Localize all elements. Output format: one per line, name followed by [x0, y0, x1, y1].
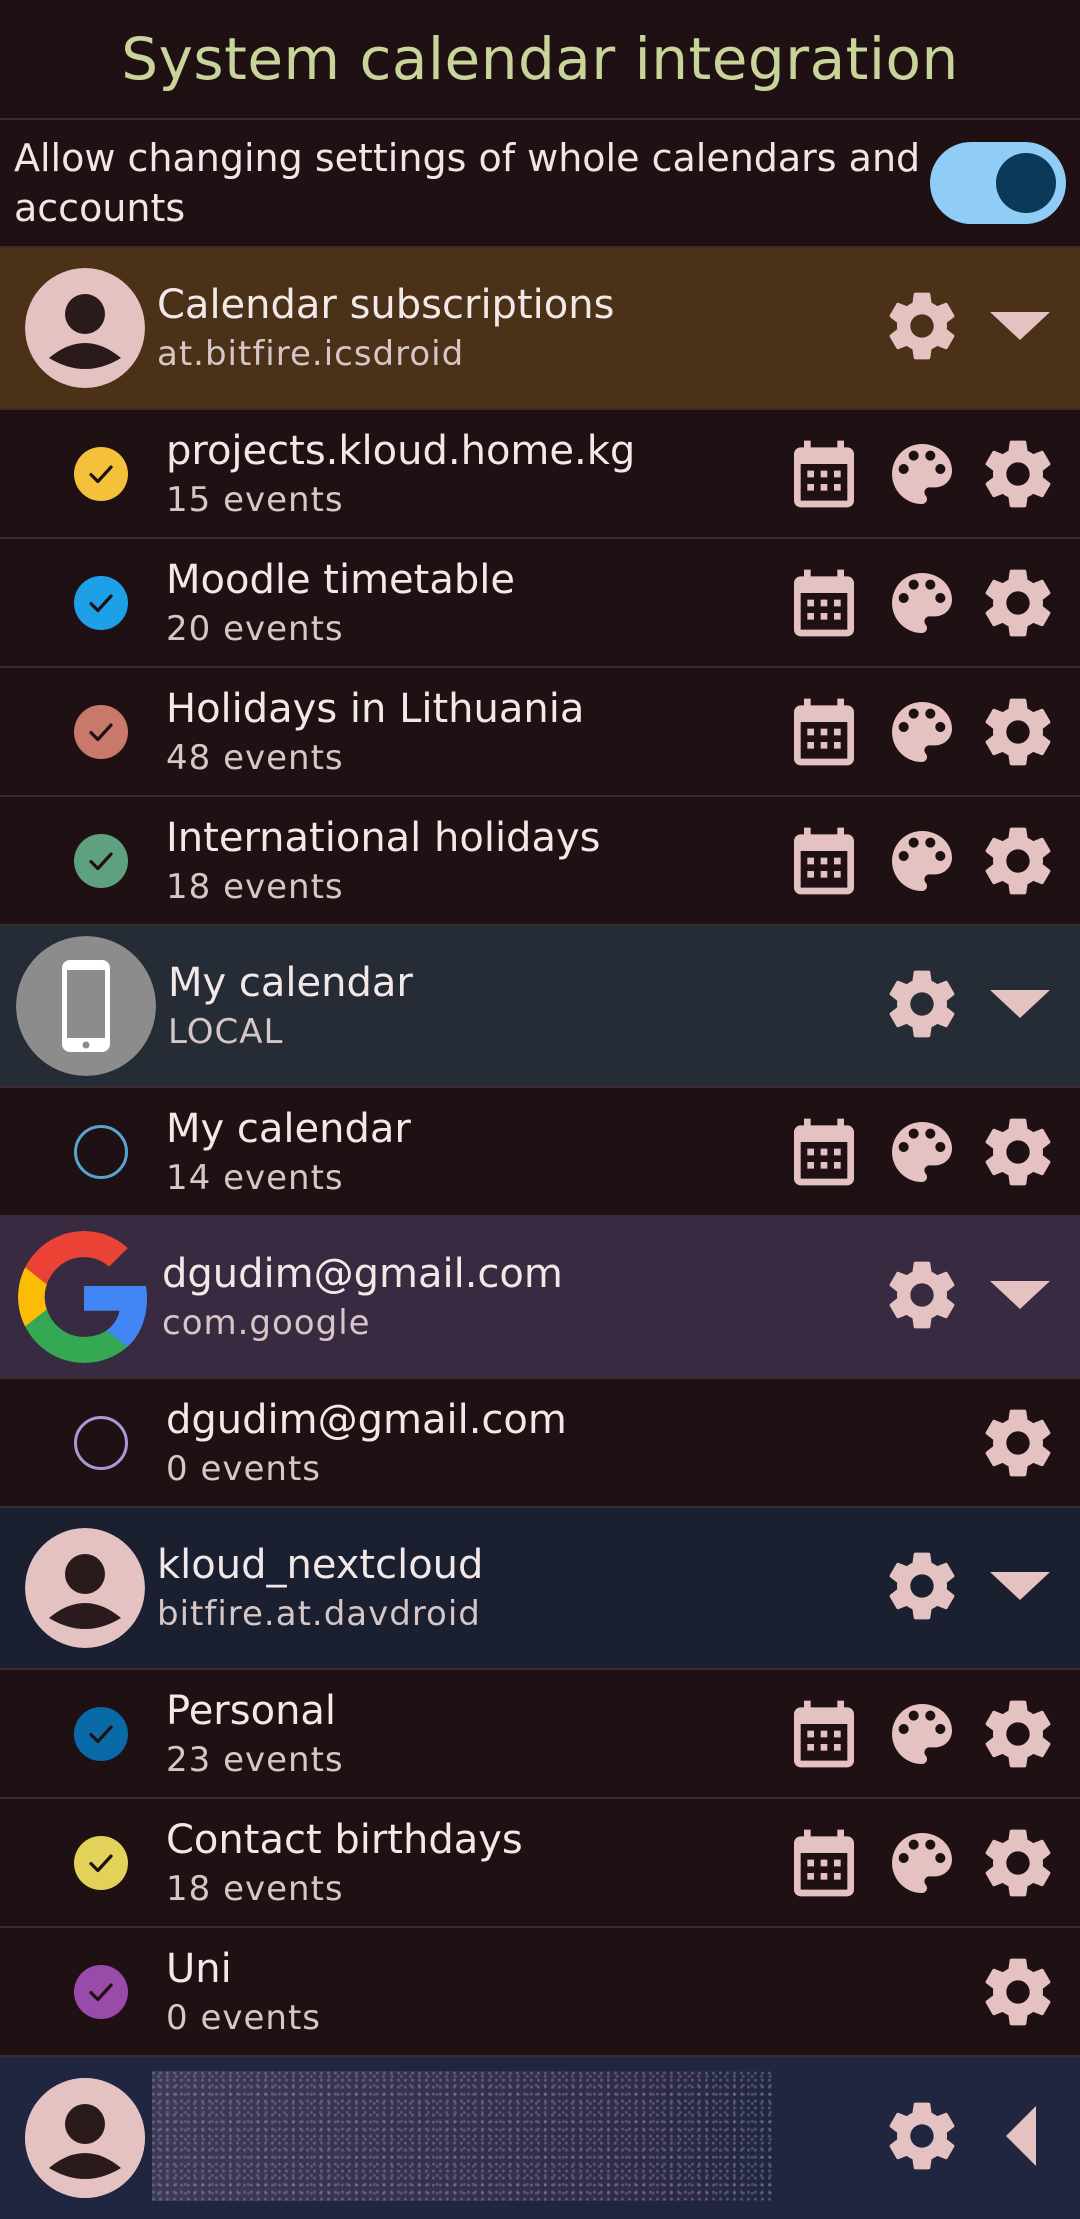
calendar-list: Calendar subscriptions at.bitfire.icsdro…: [0, 248, 1080, 2057]
calendar-event-count: 18 events: [166, 1868, 344, 1909]
calendar-row[interactable]: Personal 23 events: [0, 1670, 1080, 1799]
calendar-row[interactable]: Holidays in Lithuania 48 events: [0, 668, 1080, 797]
palette-icon[interactable]: [882, 821, 962, 901]
calendar-icon[interactable]: [784, 563, 864, 643]
account-row[interactable]: Calendar subscriptions at.bitfire.icsdro…: [0, 248, 1080, 410]
calendar-name: My calendar: [166, 1105, 411, 1152]
calendar-event-count: 23 events: [166, 1739, 344, 1780]
calendar-icon[interactable]: [784, 434, 864, 514]
person-icon: [25, 268, 145, 388]
palette-icon[interactable]: [882, 1112, 962, 1192]
calendar-row[interactable]: Moodle timetable 20 events: [0, 539, 1080, 668]
calendar-row[interactable]: My calendar 14 events: [0, 1088, 1080, 1217]
calendar-row[interactable]: projects.kloud.home.kg 15 events: [0, 410, 1080, 539]
palette-icon[interactable]: [882, 1694, 962, 1774]
chevron-down-icon[interactable]: [988, 984, 1052, 1028]
switch-knob: [996, 153, 1056, 213]
calendar-event-count: 14 events: [166, 1157, 344, 1198]
calendar-row[interactable]: Contact birthdays 18 events: [0, 1799, 1080, 1928]
account-row[interactable]: dgudim@gmail.com com.google: [0, 1217, 1080, 1379]
calendar-checkbox[interactable]: [74, 1124, 128, 1179]
calendar-checkbox[interactable]: [74, 1706, 128, 1761]
calendar-name: International holidays: [166, 814, 601, 861]
calendar-checkbox[interactable]: [74, 833, 128, 888]
gear-icon[interactable]: [978, 1952, 1058, 2032]
calendar-name: projects.kloud.home.kg: [166, 427, 636, 474]
gear-icon[interactable]: [978, 1694, 1058, 1774]
palette-icon[interactable]: [882, 434, 962, 514]
account-settings-button[interactable]: [882, 964, 962, 1048]
calendar-checkbox[interactable]: [74, 575, 128, 630]
calendar-checkbox[interactable]: [74, 1964, 128, 2019]
gear-icon[interactable]: [978, 434, 1058, 514]
gear-icon[interactable]: [978, 1823, 1058, 1903]
calendar-name: Personal: [166, 1687, 337, 1734]
calendar-name: Contact birthdays: [166, 1816, 523, 1863]
calendar-info: Holidays in Lithuania 48 events: [166, 683, 584, 781]
person-icon: [25, 2078, 145, 2198]
calendar-info: projects.kloud.home.kg 15 events: [166, 425, 635, 523]
calendar-info: International holidays 18 events: [166, 812, 600, 910]
account-row[interactable]: My calendar LOCAL: [0, 926, 1080, 1088]
palette-icon[interactable]: [882, 692, 962, 772]
gear-icon[interactable]: [978, 821, 1058, 901]
calendar-checkbox[interactable]: [74, 1835, 128, 1890]
calendar-event-count: 18 events: [166, 866, 344, 907]
calendar-row[interactable]: dgudim@gmail.com 0 events: [0, 1379, 1080, 1508]
gear-icon[interactable]: [978, 563, 1058, 643]
allow-changes-switch[interactable]: [930, 142, 1066, 224]
calendar-info: Contact birthdays 18 events: [166, 1814, 523, 1912]
calendar-event-count: 0 events: [166, 1997, 321, 2038]
calendar-info: dgudim@gmail.com 0 events: [166, 1394, 567, 1492]
calendar-name: Uni: [166, 1945, 232, 1992]
allow-changes-label: Allow changing settings of whole calenda…: [14, 136, 921, 230]
chevron-down-icon[interactable]: [988, 1566, 1052, 1610]
palette-icon[interactable]: [882, 563, 962, 643]
google-icon: [18, 1231, 150, 1363]
calendar-event-count: 48 events: [166, 737, 344, 778]
phone-icon: [16, 936, 156, 1076]
expand-left-icon[interactable]: [1000, 2104, 1040, 2172]
chevron-down-icon[interactable]: [988, 1275, 1052, 1319]
gear-icon[interactable]: [978, 1403, 1058, 1483]
gear-icon[interactable]: [978, 692, 1058, 772]
calendar-info: Personal 23 events: [166, 1685, 344, 1783]
calendar-name: Moodle timetable: [166, 556, 515, 603]
account-name-obscured: [152, 2071, 772, 2201]
calendar-info: My calendar 14 events: [166, 1103, 411, 1201]
calendar-row[interactable]: Uni 0 events: [0, 1928, 1080, 2057]
title-bar: System calendar integration: [0, 0, 1080, 120]
calendar-event-count: 0 events: [166, 1448, 321, 1489]
palette-icon[interactable]: [882, 1823, 962, 1903]
account-settings-button[interactable]: [882, 1546, 962, 1630]
calendar-checkbox[interactable]: [74, 446, 128, 501]
calendar-checkbox[interactable]: [74, 704, 128, 759]
calendar-icon[interactable]: [784, 1823, 864, 1903]
calendar-name: Holidays in Lithuania: [166, 685, 585, 732]
calendar-checkbox[interactable]: [74, 1415, 128, 1470]
account-settings-button[interactable]: [882, 1255, 962, 1339]
account-row-collapsed[interactable]: [0, 2057, 1080, 2219]
chevron-down-icon[interactable]: [988, 306, 1052, 350]
calendar-icon[interactable]: [784, 1112, 864, 1192]
calendar-icon[interactable]: [784, 692, 864, 772]
account-settings-button[interactable]: [882, 286, 962, 370]
calendar-event-count: 20 events: [166, 608, 344, 649]
calendar-event-count: 15 events: [166, 479, 344, 520]
gear-icon[interactable]: [978, 1112, 1058, 1192]
page-title: System calendar integration: [121, 25, 959, 93]
calendar-icon[interactable]: [784, 1694, 864, 1774]
calendar-icon[interactable]: [784, 821, 864, 901]
calendar-info: Moodle timetable 20 events: [166, 554, 515, 652]
calendar-row[interactable]: International holidays 18 events: [0, 797, 1080, 926]
allow-changes-row[interactable]: Allow changing settings of whole calenda…: [0, 120, 1080, 248]
calendar-name: dgudim@gmail.com: [166, 1396, 567, 1443]
account-row[interactable]: kloud_nextcloud bitfire.at.davdroid: [0, 1508, 1080, 1670]
person-icon: [25, 1528, 145, 1648]
calendar-info: Uni 0 events: [166, 1943, 321, 2041]
account-settings-button[interactable]: [882, 2096, 962, 2180]
